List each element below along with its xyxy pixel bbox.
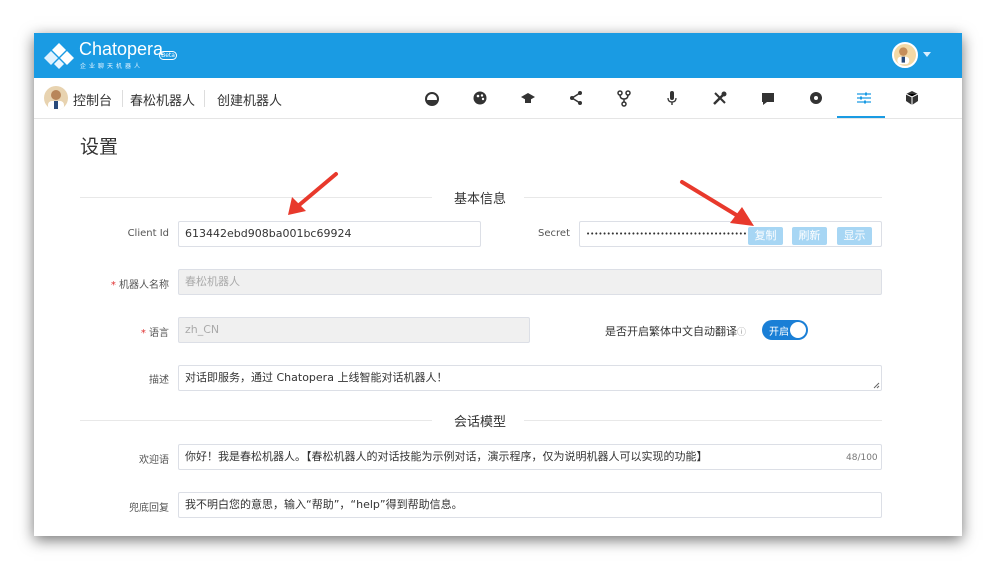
copy-button[interactable]: 复制 xyxy=(748,227,783,245)
bot-name-label-text: 机器人名称 xyxy=(119,280,169,291)
secret-value: •••••••••••••••••••••••••••••••••••••••• xyxy=(586,230,752,238)
top-bar: Chatopera Beta 企业聊天机器人 xyxy=(34,33,962,78)
app-window: Chatopera Beta 企业聊天机器人 控制台 春松机器人 创建机器人 设… xyxy=(34,33,962,536)
chat-icon[interactable] xyxy=(759,89,777,107)
language-label-text: 语言 xyxy=(149,328,169,339)
chatopera-logo-icon[interactable] xyxy=(44,41,74,71)
toggle-knob xyxy=(790,322,806,338)
beta-badge: Beta xyxy=(159,51,177,60)
traditional-chinese-toggle[interactable]: 开启 xyxy=(762,320,808,340)
resize-handle-icon[interactable] xyxy=(873,382,880,389)
user-avatar[interactable] xyxy=(892,42,918,68)
secret-label: Secret xyxy=(538,228,570,239)
toggle-label: 开启 xyxy=(769,327,789,338)
bot-name-field[interactable]: 春松机器人 xyxy=(178,269,882,295)
cube-icon[interactable] xyxy=(903,89,921,107)
breadcrumb-divider xyxy=(204,90,205,107)
show-button[interactable]: 显示 xyxy=(837,227,872,245)
welcome-char-count: 48/100 xyxy=(846,453,878,463)
breadcrumb-create[interactable]: 创建机器人 xyxy=(217,90,282,109)
info-icon[interactable]: ⓘ xyxy=(737,328,746,338)
section-divider xyxy=(80,197,432,198)
settings-circle-icon[interactable] xyxy=(807,89,825,107)
section-title-session: 会话模型 xyxy=(454,415,507,430)
welcome-label: 欢迎语 xyxy=(139,455,169,466)
traditional-chinese-label: 是否开启繁体中文自动翻译ⓘ xyxy=(605,323,746,339)
required-mark: * xyxy=(110,280,116,291)
language-label: * 语言 xyxy=(49,324,169,339)
fallback-label: 兜底回复 xyxy=(129,503,169,514)
user-menu-chevron-down-icon[interactable] xyxy=(923,52,931,57)
fallback-field[interactable]: 我不明白您的意思，输入“帮助”，“help”得到帮助信息。 xyxy=(178,492,882,518)
bot-avatar xyxy=(44,86,68,110)
refresh-button[interactable]: 刷新 xyxy=(792,227,827,245)
brand-subtitle: 企业聊天机器人 xyxy=(80,63,144,70)
brand-name: Chatopera xyxy=(79,39,164,59)
section-divider xyxy=(524,420,882,421)
language-field[interactable]: zh_CN xyxy=(178,317,530,343)
annotation-arrow-icon xyxy=(680,180,754,226)
breadcrumb-bot-name[interactable]: 春松机器人 xyxy=(130,90,195,109)
nav-bar: 控制台 春松机器人 创建机器人 xyxy=(34,78,962,119)
traditional-chinese-label-text: 是否开启繁体中文自动翻译 xyxy=(605,325,737,338)
breadcrumb-divider xyxy=(122,90,123,107)
client-id-label: Client Id xyxy=(127,228,169,239)
dashboard-icon[interactable] xyxy=(423,89,441,107)
breadcrumb-console[interactable]: 控制台 xyxy=(73,90,112,109)
sliders-icon[interactable] xyxy=(855,89,873,107)
microphone-icon[interactable] xyxy=(663,89,681,107)
required-mark: * xyxy=(140,328,146,339)
annotation-arrow-icon xyxy=(288,172,338,215)
palette-icon[interactable] xyxy=(471,89,489,107)
section-divider xyxy=(80,420,432,421)
page-title: 设置 xyxy=(80,136,119,158)
fork-icon[interactable] xyxy=(615,89,633,107)
welcome-field[interactable]: 你好！我是春松机器人。【春松机器人的对话技能为示例对话，演示程序，仅为说明机器人… xyxy=(178,444,882,470)
tools-icon[interactable] xyxy=(711,89,729,107)
share-icon[interactable] xyxy=(567,89,585,107)
active-tab-indicator xyxy=(837,116,885,118)
description-label: 描述 xyxy=(149,375,169,386)
section-title-basic: 基本信息 xyxy=(454,192,507,207)
bot-name-label: * 机器人名称 xyxy=(49,276,169,291)
graduation-cap-icon[interactable] xyxy=(519,89,537,107)
description-textarea[interactable]: 对话即服务，通过 Chatopera 上线智能对话机器人！ xyxy=(178,365,882,391)
client-id-field[interactable]: 613442ebd908ba001bc69924 xyxy=(178,221,481,247)
